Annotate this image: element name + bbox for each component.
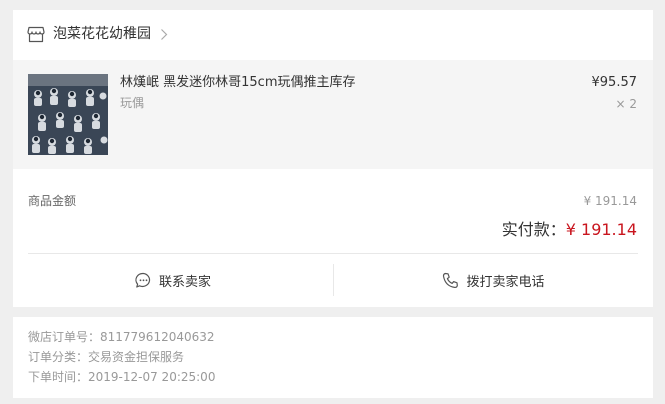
product-price: ¥95.57: [591, 75, 638, 90]
paid-amount-row: 实付款：¥ 191.14: [502, 219, 637, 241]
call-seller-label: 拨打卖家电话: [466, 275, 545, 290]
subtotal-value: ¥ 191.14: [583, 194, 637, 208]
order-time: 下单时间：2019-12-07 20:25:00: [28, 370, 216, 384]
product-category: 玩偶: [120, 96, 145, 110]
shop-name: 泡菜花花幼稚园: [53, 26, 151, 42]
contact-seller-button[interactable]: 联系卖家: [13, 254, 333, 307]
contact-seller-label: 联系卖家: [158, 275, 211, 290]
order-category: 订单分类：交易资金担保服务: [28, 350, 185, 364]
product-quantity: × 2: [615, 97, 637, 111]
product-title: 林熯岷 黑发迷你林哥15cm玩偶推主库存: [120, 75, 356, 90]
phone-icon: [443, 272, 459, 289]
product-thumbnail: [28, 74, 108, 155]
paid-value: ¥ 191.14: [565, 220, 637, 239]
call-seller-button[interactable]: 拨打卖家电话: [334, 254, 653, 307]
subtotal-label: 商品金额: [28, 194, 77, 208]
paid-label: 实付款：: [501, 220, 566, 239]
chat-icon: [135, 272, 151, 288]
order-number: 微店订单号：811779612040632: [28, 330, 215, 344]
chevron-right-icon: [161, 29, 168, 40]
shop-header[interactable]: 泡菜花花幼稚园: [13, 10, 653, 60]
order-card: 泡菜花花幼稚园 林熯岷 黑发迷你林哥15cm玩偶推主库存 玩偶 ¥95.57 ×…: [13, 10, 653, 307]
store-icon: [27, 26, 45, 43]
order-info-card: 微店订单号：811779612040632 订单分类：交易资金担保服务 下单时间…: [13, 317, 653, 398]
order-item[interactable]: 林熯岷 黑发迷你林哥15cm玩偶推主库存 玩偶 ¥95.57 × 2: [13, 60, 653, 169]
